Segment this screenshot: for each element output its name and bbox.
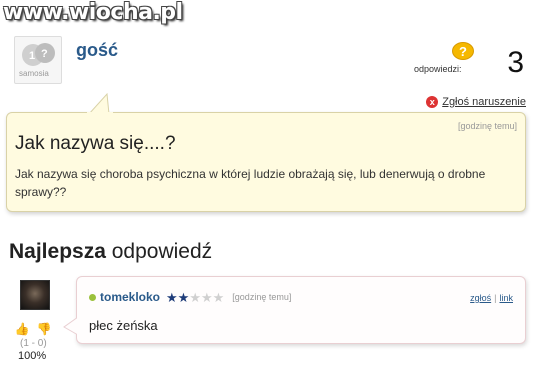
- avatar-label: samosia: [19, 69, 49, 78]
- site-watermark: www.wiocha.pl: [3, 0, 183, 25]
- report-question-label: Zgłoś naruszenie: [442, 96, 526, 108]
- thumb-up-icon[interactable]: 👍: [14, 322, 30, 337]
- vote-tally: (1 - 0): [20, 338, 47, 349]
- link-separator: |: [494, 293, 497, 303]
- star-empty-icon: ★: [200, 289, 213, 305]
- report-icon: x: [426, 96, 439, 108]
- best-answer-heading-rest: odpowiedź: [105, 240, 213, 263]
- bubble-tail: [87, 92, 113, 114]
- svg-text:1: 1: [29, 50, 35, 62]
- star-filled-icon: ★: [177, 289, 190, 305]
- answers-count: 3: [507, 46, 524, 79]
- question-title: Jak nazywa się....?: [15, 133, 176, 154]
- svg-text:?: ?: [41, 48, 48, 60]
- answer-bubble: tomekloko ★ ★ ★ ★ ★ [godzinę temu] zgłoś | lin…: [63, 276, 526, 344]
- answer-links: zgłoś | link: [470, 293, 513, 303]
- star-empty-icon: ★: [212, 289, 225, 305]
- avatar[interactable]: 1 ? samosia: [14, 36, 62, 84]
- online-status-dot: [89, 293, 96, 301]
- report-question-link[interactable]: x Zgłoś naruszenie: [426, 96, 526, 108]
- vote-percentage: 100%: [18, 350, 47, 362]
- report-answer-link[interactable]: zgłoś: [470, 293, 491, 303]
- question-author[interactable]: gość: [76, 40, 118, 61]
- answer-author-avatar[interactable]: [20, 280, 50, 310]
- star-filled-icon: ★: [166, 289, 178, 305]
- rating-stars: ★ ★ ★ ★ ★: [166, 291, 224, 304]
- question-time: [godzinę temu]: [457, 121, 517, 131]
- best-answer-heading: Najlepsza odpowiedź: [9, 240, 212, 264]
- answer-author[interactable]: tomekloko: [100, 290, 160, 304]
- answer-text: płec żeńska: [89, 318, 158, 333]
- answer-time: [godzinę temu]: [232, 292, 292, 302]
- question-mark-icon: ?: [452, 42, 474, 60]
- best-answer-heading-bold: Najlepsza: [9, 240, 106, 263]
- thumb-down-icon[interactable]: 👎: [36, 322, 52, 337]
- question-bubble: [godzinę temu] Jak nazywa się....? Jak n…: [6, 92, 526, 212]
- answers-label: odpowiedzi:: [414, 64, 462, 74]
- answers-counter: ? odpowiedzi: 3: [414, 40, 524, 80]
- question-text: Jak nazywa się choroba psychiczna w któr…: [15, 167, 486, 199]
- answer-permalink[interactable]: link: [499, 293, 513, 303]
- star-empty-icon: ★: [189, 289, 201, 305]
- answer-bubble-tail: [63, 316, 79, 336]
- vote-panel: 👍 👎 (1 - 0) 100%: [12, 322, 56, 362]
